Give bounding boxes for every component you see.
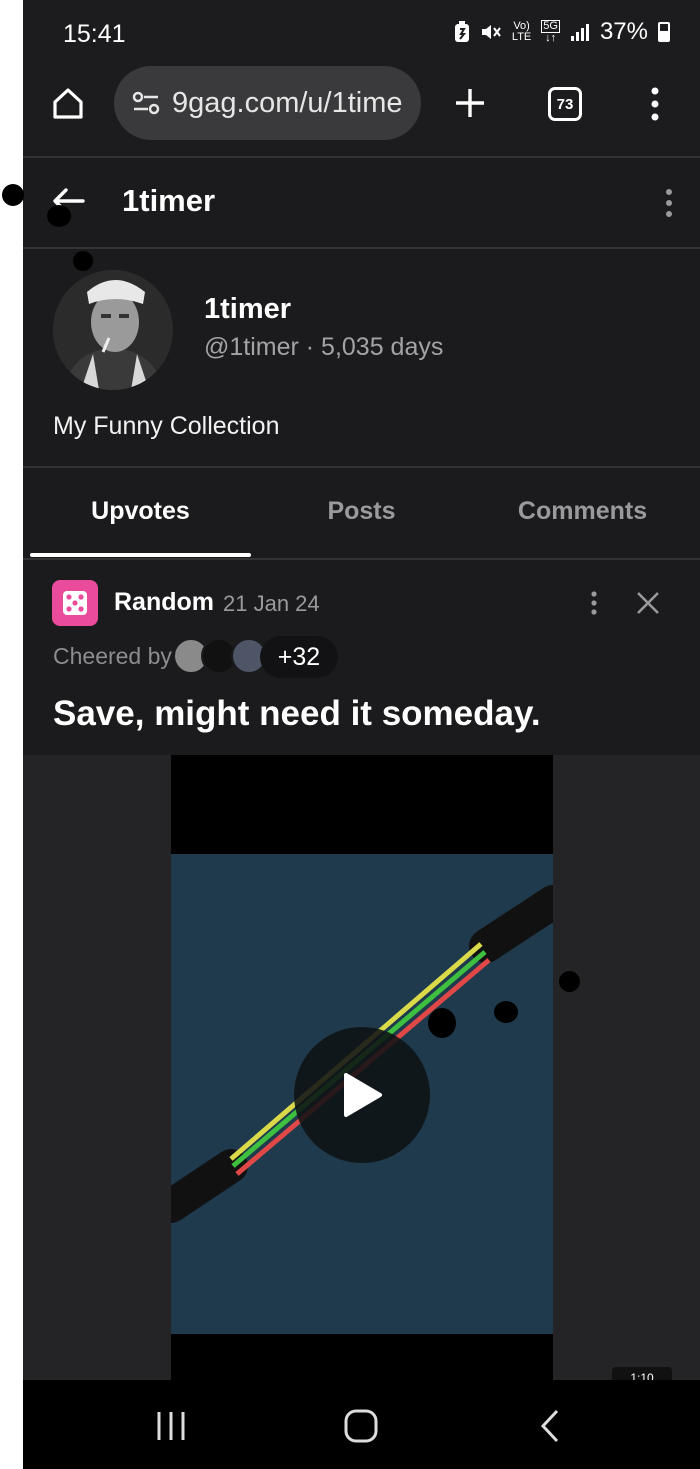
tabs-icon[interactable]: 73 [548,87,582,121]
divider [23,247,700,249]
5g-icon: 5G ↓↑ [541,20,560,44]
signal-icon [570,24,589,41]
cheered-by-label: Cheered by [53,643,172,669]
profile-tabs: Upvotes Posts Comments [23,467,700,559]
divider [23,558,700,560]
play-icon [344,1073,382,1117]
avatar[interactable] [53,270,173,390]
more-vert-icon[interactable] [659,187,679,219]
post-title[interactable]: Save, might need it someday. [53,694,541,734]
battery-saver-icon [454,21,469,42]
post-section[interactable]: Random [114,588,214,617]
address-bar[interactable]: 9gag.com/u/1time [114,66,421,140]
site-settings-icon[interactable] [132,91,160,115]
browser-chrome: 15:41 Vo) LTE 5G ↓↑ 37% 9gag.com/u/1time 7… [23,0,700,157]
overlay-dot [559,971,580,992]
cheer-count[interactable]: +32 [260,636,338,678]
more-vert-icon[interactable] [643,86,667,122]
page-title: 1timer [122,183,216,218]
video-duration: 1:10 [612,1367,672,1381]
phone-screen: 15:41 Vo) LTE 5G ↓↑ 37% 9gag.com/u/1time 7… [23,0,700,1469]
home-icon[interactable] [51,86,85,120]
plus-icon[interactable] [453,86,487,120]
url-text[interactable]: 9gag.com/u/1time [172,87,403,120]
app-header: 1timer [23,159,700,247]
divider [23,156,700,158]
profile-name: 1timer [204,293,292,325]
active-tab-indicator [30,553,251,557]
profile-handle: @1timer · 5,035 days [204,333,444,361]
status-time: 15:41 [63,20,126,48]
battery-icon [658,22,670,42]
tab-posts[interactable]: Posts [251,497,472,526]
tab-upvotes[interactable]: Upvotes [30,497,251,526]
close-icon[interactable] [636,591,660,615]
avatar-image [53,270,173,390]
more-vert-icon[interactable] [588,590,600,616]
status-icons: Vo) LTE 5G ↓↑ 37% [454,18,670,46]
overlay-dot [494,1001,518,1023]
overlay-dot [2,184,24,206]
back-icon[interactable] [531,1408,571,1444]
overlay-dot [47,205,71,227]
mute-icon [481,25,501,39]
system-nav-bar [23,1380,700,1469]
home-icon[interactable] [341,1408,381,1444]
dice-icon[interactable] [52,580,98,626]
overlay-dot [73,251,93,271]
volte-icon: Vo) LTE [511,20,532,43]
post-date: 21 Jan 24 [223,591,320,616]
battery-percent: 37% [599,18,648,45]
recents-icon[interactable] [151,1408,191,1444]
overlay-dot [428,1008,456,1038]
tab-comments[interactable]: Comments [472,497,693,526]
play-button[interactable] [294,1027,430,1163]
profile-bio: My Funny Collection [53,412,280,440]
